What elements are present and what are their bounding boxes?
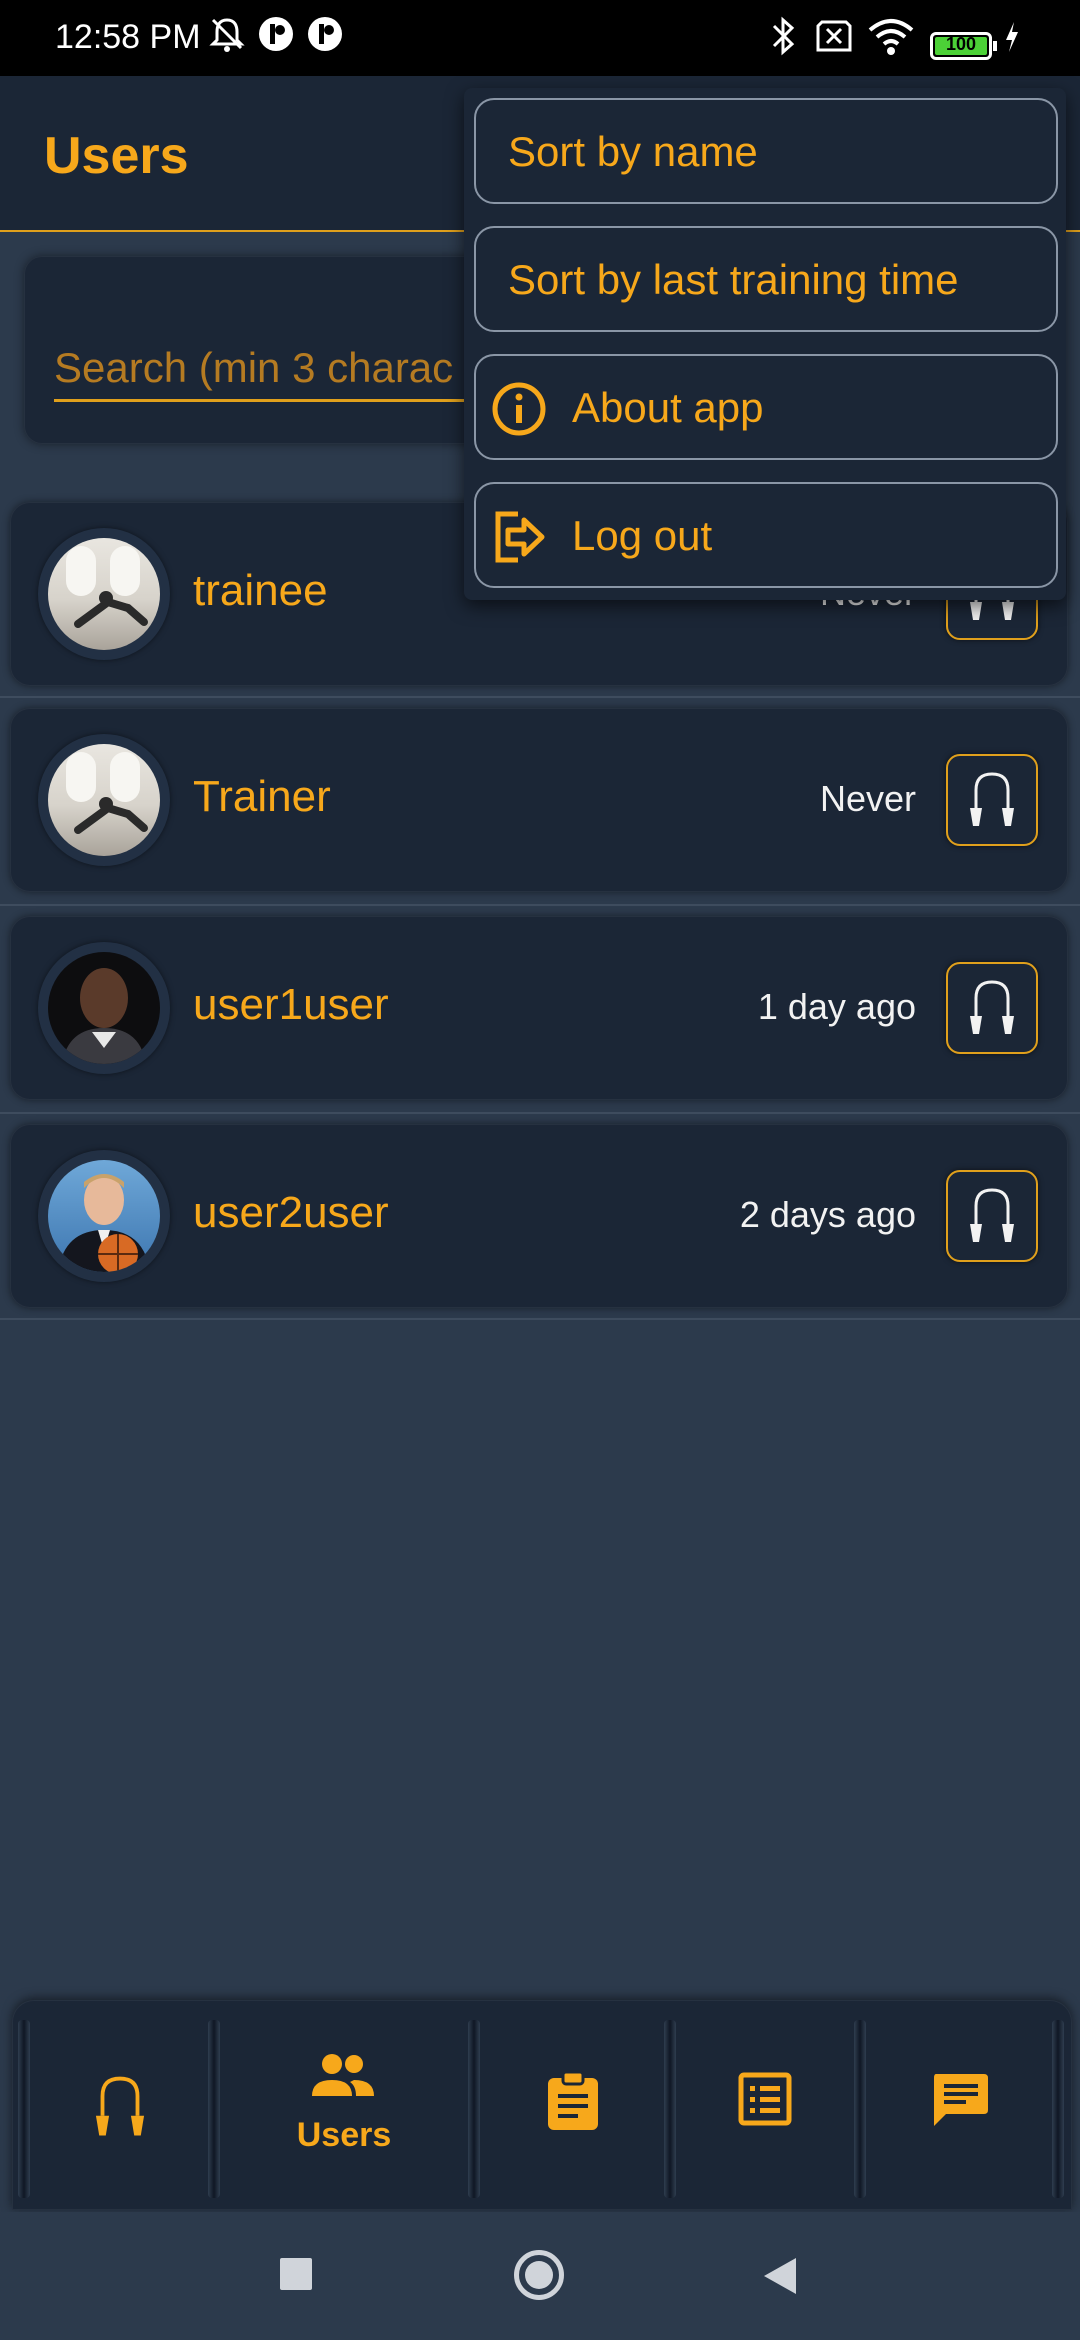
nav-item-list[interactable] — [676, 2000, 854, 2210]
charging-icon — [1006, 22, 1018, 52]
app-notification-icon — [308, 17, 342, 51]
menu-item-label: Sort by name — [508, 128, 758, 175]
menu-item-log-out[interactable]: Log out — [474, 482, 1058, 588]
back-button[interactable] — [762, 2256, 798, 2296]
menu-item-label: About app — [572, 384, 764, 431]
bell-off-icon — [209, 18, 245, 52]
recent-apps-button[interactable] — [280, 2258, 312, 2290]
avatar — [38, 942, 170, 1074]
chat-icon — [934, 2074, 988, 2126]
row-divider — [0, 1318, 1080, 1320]
wifi-icon — [868, 19, 914, 55]
start-training-button[interactable] — [946, 962, 1038, 1054]
users-icon — [312, 2054, 374, 2096]
user-row-user1user[interactable]: user1user 1 day ago — [10, 916, 1068, 1100]
last-training-time: 2 days ago — [739, 1194, 916, 1235]
last-training-time: Never — [819, 778, 916, 819]
status-bar: 12:58 PM 100 — [0, 0, 1080, 76]
no-sim-icon — [816, 20, 852, 52]
row-divider — [0, 904, 1080, 906]
nav-divider — [854, 2020, 866, 2198]
user-name: user1user — [193, 980, 389, 1029]
nav-divider — [468, 2020, 480, 2198]
home-button[interactable] — [514, 2250, 564, 2300]
battery-icon: 100 — [930, 32, 997, 60]
user-name: user2user — [193, 1188, 389, 1237]
row-divider — [0, 696, 1080, 698]
nav-divider — [18, 2020, 30, 2198]
overflow-menu: Sort by name Sort by last training time … — [464, 88, 1066, 600]
status-time: 12:58 PM — [55, 18, 201, 56]
clipboard-icon — [548, 2070, 598, 2130]
list-icon — [738, 2072, 792, 2126]
last-training-time: 1 day ago — [757, 986, 916, 1027]
jump-rope-icon — [970, 772, 1014, 826]
logout-icon — [495, 511, 545, 563]
nav-divider — [208, 2020, 220, 2198]
menu-item-sort-by-last-training[interactable]: Sort by last training time — [474, 226, 1058, 332]
nav-item-messages[interactable] — [866, 2000, 1052, 2210]
search-input[interactable] — [54, 336, 514, 402]
jump-rope-icon — [970, 980, 1014, 1034]
info-icon — [492, 382, 546, 436]
jump-rope-icon — [95, 2076, 145, 2136]
start-training-button[interactable] — [946, 1170, 1038, 1262]
menu-item-label: Log out — [572, 512, 713, 559]
menu-item-about-app[interactable]: About app — [474, 354, 1058, 460]
page-title: Users — [44, 127, 189, 185]
user-name: Trainer — [193, 772, 331, 821]
bluetooth-icon — [772, 16, 795, 56]
avatar — [38, 528, 170, 660]
nav-divider — [664, 2020, 676, 2198]
nav-item-users[interactable]: Users — [220, 2000, 468, 2210]
nav-label: Users — [296, 2116, 392, 2154]
battery-level: 100 — [945, 34, 977, 54]
system-navigation-bar — [0, 2212, 1080, 2340]
start-training-button[interactable] — [946, 754, 1038, 846]
app-notification-icon — [259, 17, 293, 51]
jump-rope-icon — [970, 1188, 1014, 1242]
nav-divider — [1052, 2020, 1064, 2198]
menu-item-sort-by-name[interactable]: Sort by name — [474, 98, 1058, 204]
avatar — [38, 734, 170, 866]
bottom-navigation: Users — [12, 2000, 1072, 2210]
nav-item-clipboard[interactable] — [480, 2000, 664, 2210]
avatar — [38, 1150, 170, 1282]
menu-item-label: Sort by last training time — [508, 256, 959, 303]
user-row-user2user[interactable]: user2user 2 days ago — [10, 1124, 1068, 1308]
search-card — [24, 256, 524, 444]
row-divider — [0, 1112, 1080, 1114]
user-name: trainee — [193, 566, 328, 615]
user-row-trainer[interactable]: Trainer Never — [10, 708, 1068, 892]
nav-item-training[interactable] — [30, 2000, 208, 2210]
